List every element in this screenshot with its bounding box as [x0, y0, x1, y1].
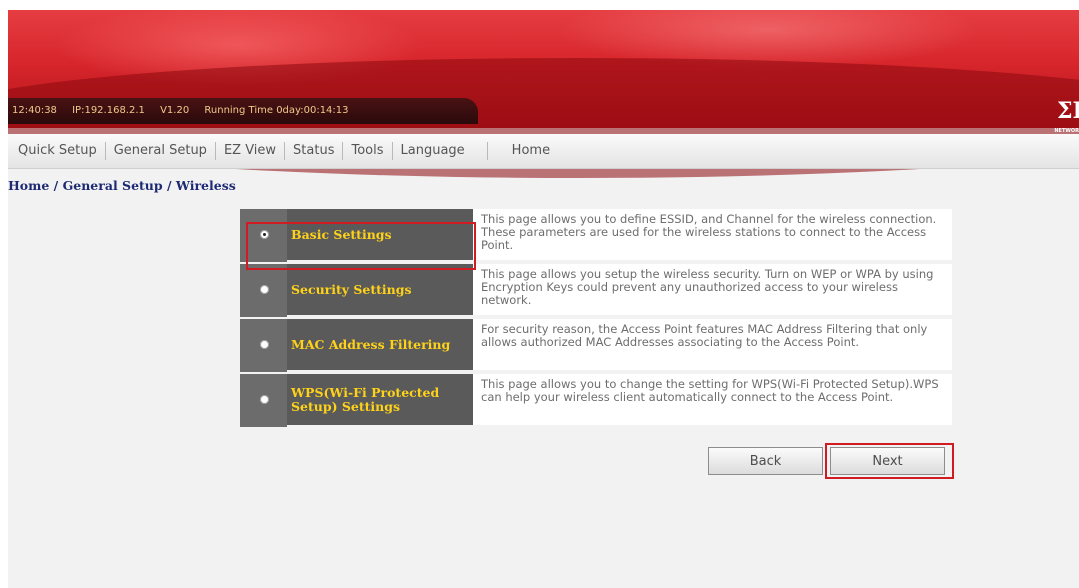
radio-cell	[240, 319, 287, 374]
radio-cell	[240, 209, 287, 264]
radio-security-settings[interactable]	[260, 285, 269, 294]
option-title-basic[interactable]: Basic Settings	[287, 209, 473, 262]
menu-tools[interactable]: Tools	[343, 142, 393, 160]
option-title-mac-filter[interactable]: MAC Address Filtering	[287, 319, 473, 372]
option-row-basic: Basic Settings This page allows you to d…	[240, 209, 952, 264]
option-desc-mac-filter: For security reason, the Access Point fe…	[473, 319, 952, 372]
status-ip: IP:192.168.2.1	[72, 105, 145, 116]
radio-basic-settings[interactable]	[260, 230, 269, 239]
back-button[interactable]: Back	[708, 447, 823, 475]
radio-wps-settings[interactable]	[260, 395, 269, 404]
menu-general-setup[interactable]: General Setup	[106, 142, 216, 160]
status-running-time: Running Time 0day:00:14:13	[204, 105, 349, 116]
menu-language[interactable]: Language	[393, 142, 488, 160]
radio-cell	[240, 264, 287, 319]
option-row-wps: WPS(Wi-Fi Protected Setup) Settings This…	[240, 374, 952, 429]
status-bar: 12:40:38 IP:192.168.2.1 V1.20 Running Ti…	[8, 98, 478, 124]
status-time: 12:40:38	[12, 105, 57, 116]
menu-status[interactable]: Status	[285, 142, 344, 160]
option-title-security[interactable]: Security Settings	[287, 264, 473, 317]
option-desc-basic: This page allows you to define ESSID, an…	[473, 209, 952, 262]
breadcrumb: Home / General Setup / Wireless	[8, 178, 236, 193]
radio-mac-filtering[interactable]	[260, 340, 269, 349]
next-button[interactable]: Next	[830, 447, 945, 475]
option-row-security: Security Settings This page allows you s…	[240, 264, 952, 319]
menu-quick-setup[interactable]: Quick Setup	[8, 142, 106, 160]
menu-home[interactable]: Home	[488, 142, 558, 160]
option-title-wps[interactable]: WPS(Wi-Fi Protected Setup) Settings	[287, 374, 473, 427]
status-version: V1.20	[160, 105, 190, 116]
main-menu: Quick Setup General Setup EZ View Status…	[8, 134, 1079, 169]
option-desc-security: This page allows you setup the wireless …	[473, 264, 952, 317]
header-banner: 12:40:38 IP:192.168.2.1 V1.20 Running Ti…	[8, 10, 1079, 178]
option-row-mac-filter: MAC Address Filtering For security reaso…	[240, 319, 952, 374]
brand-logo: ΣI NETWOR	[1054, 100, 1079, 134]
menu-ez-view[interactable]: EZ View	[216, 142, 286, 160]
option-desc-wps: This page allows you to change the setti…	[473, 374, 952, 427]
radio-cell	[240, 374, 287, 429]
